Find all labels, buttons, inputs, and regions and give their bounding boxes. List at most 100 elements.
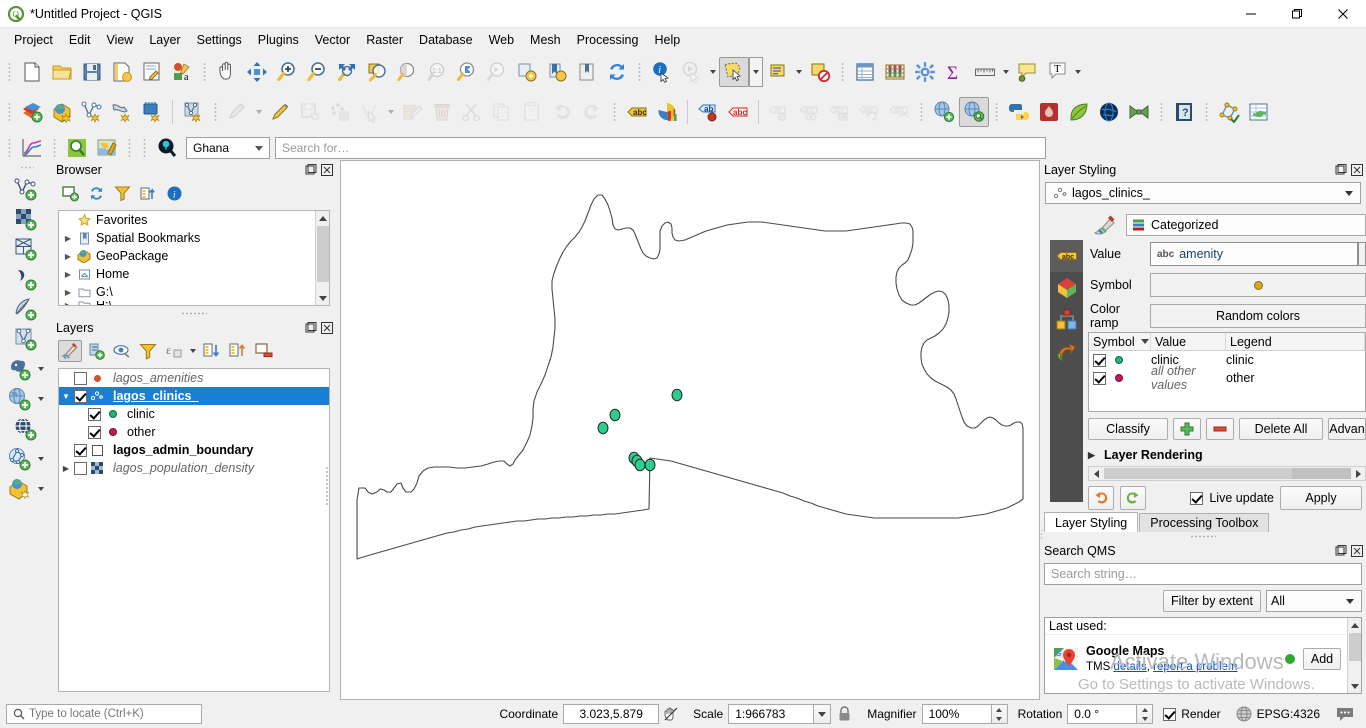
scroll-down-arrow[interactable] xyxy=(316,291,329,305)
categories-table[interactable]: Symbol Value Legend clinic clinic all ot… xyxy=(1088,332,1366,412)
layer-row-lagos-amenities[interactable]: lagos_amenities xyxy=(59,369,329,387)
deselect-dropdown-icon[interactable] xyxy=(763,57,793,87)
identify-features-icon[interactable]: i xyxy=(647,57,677,87)
annotation-dropdown-caret[interactable] xyxy=(1072,57,1084,87)
add-category-button[interactable] xyxy=(1173,418,1201,440)
lock-scale-icon[interactable] xyxy=(831,706,857,722)
filter-browser-icon[interactable] xyxy=(110,182,134,204)
search-qms-close-icon[interactable] xyxy=(1350,544,1364,558)
menu-settings[interactable]: Settings xyxy=(189,30,250,50)
crs-label[interactable]: EPSG:4326 xyxy=(1257,707,1320,721)
toolbar-handle-9[interactable] xyxy=(992,100,1001,124)
menu-raster[interactable]: Raster xyxy=(358,30,411,50)
expand-all-icon[interactable] xyxy=(200,340,224,362)
browser-item-spatial-bookmarks[interactable]: ▶ Spatial Bookmarks xyxy=(59,229,315,247)
diagram-icon[interactable] xyxy=(652,97,682,127)
globe-plugin-icon[interactable] xyxy=(1094,97,1124,127)
hscroll-right-arrow[interactable] xyxy=(1351,467,1365,480)
cut-features-icon[interactable] xyxy=(457,97,487,127)
qms-search-input[interactable]: Search string… xyxy=(1044,563,1362,585)
undo-style-button[interactable] xyxy=(1088,486,1114,510)
render-checkbox[interactable] xyxy=(1163,707,1177,721)
layer-visibility-checkbox[interactable] xyxy=(73,443,87,457)
toggle-extents-icon[interactable] xyxy=(659,706,683,723)
qms-results-scrollbar[interactable] xyxy=(1347,618,1361,693)
add-layer-icon[interactable] xyxy=(17,97,47,127)
redo-style-button[interactable] xyxy=(1120,486,1146,510)
layer-visibility-checkbox[interactable] xyxy=(73,389,87,403)
add-postgis-layer-icon[interactable] xyxy=(5,354,35,384)
menu-web[interactable]: Web xyxy=(481,30,522,50)
manage-map-themes-icon[interactable] xyxy=(110,340,134,362)
save-project-icon[interactable] xyxy=(77,57,107,87)
new-vector-layer-icon[interactable] xyxy=(77,97,107,127)
scroll-thumb[interactable] xyxy=(1349,633,1361,661)
options-icon[interactable] xyxy=(910,57,940,87)
mesh-plugin-icon[interactable] xyxy=(1124,97,1154,127)
browser-undock-icon[interactable] xyxy=(304,163,318,177)
layer-visibility-checkbox[interactable] xyxy=(73,461,87,475)
expression-filter-icon[interactable]: ε xyxy=(162,340,186,362)
browser-item-home[interactable]: ▶ Home xyxy=(59,265,315,283)
pan-to-selection-icon[interactable] xyxy=(242,57,272,87)
rotation-stepper[interactable] xyxy=(1137,704,1154,724)
coordinate-value[interactable]: 3.023,5.879 xyxy=(563,704,660,724)
scroll-up-arrow[interactable] xyxy=(316,211,329,225)
add-group-icon[interactable] xyxy=(84,340,108,362)
save-layer-edits-icon[interactable] xyxy=(295,97,325,127)
toolbar-handle-14[interactable] xyxy=(125,136,134,160)
layer-row-other-class[interactable]: other xyxy=(59,423,329,441)
vertex-tool-caret[interactable] xyxy=(385,97,397,127)
zoom-last-icon[interactable] xyxy=(452,57,482,87)
expression-filter-caret[interactable] xyxy=(188,340,198,362)
open-attribute-table-icon[interactable] xyxy=(850,57,880,87)
current-edits-icon[interactable] xyxy=(223,97,253,127)
georeferencer-icon[interactable] xyxy=(1034,97,1064,127)
feature-action-dropdown-caret[interactable] xyxy=(707,57,719,87)
move-label-diagram-icon[interactable]: abc xyxy=(824,97,854,127)
add-arcgis-layer-icon[interactable] xyxy=(5,444,35,474)
menu-processing[interactable]: Processing xyxy=(569,30,647,50)
statistical-summary-icon[interactable]: Σ xyxy=(940,57,970,87)
labels-tab[interactable]: abc xyxy=(1050,240,1083,272)
layers-panel-grip[interactable] xyxy=(325,465,329,506)
select-features-dropdown-caret[interactable] xyxy=(749,57,763,87)
new-virtual-layer-icon-2[interactable] xyxy=(11,324,41,354)
deselect-all-icon[interactable] xyxy=(805,57,835,87)
browser-scrollbar[interactable] xyxy=(315,211,329,305)
modify-attributes-icon[interactable] xyxy=(397,97,427,127)
renderer-select[interactable]: Categorized xyxy=(1126,214,1366,236)
arcgis-dropdown-caret[interactable] xyxy=(35,444,47,474)
browser-item-favorites[interactable]: Favorites xyxy=(59,211,315,229)
new-spatialite-layer-icon[interactable] xyxy=(11,264,41,294)
menu-layer[interactable]: Layer xyxy=(141,30,188,50)
save-project-as-icon[interactable] xyxy=(107,57,137,87)
layer-row-lagos-admin-boundary[interactable]: lagos_admin_boundary xyxy=(59,441,329,459)
value-field-expression-button[interactable] xyxy=(1358,242,1366,266)
styling-hscrollbar[interactable] xyxy=(1088,466,1366,481)
layers-tree[interactable]: lagos_amenities ▼ lagos_clinics_ clinic … xyxy=(58,368,330,692)
menu-help[interactable]: Help xyxy=(646,30,688,50)
category-enabled-checkbox[interactable] xyxy=(1093,371,1106,385)
rotate-label-icon[interactable]: abc xyxy=(854,97,884,127)
wms-dropdown-caret[interactable] xyxy=(35,384,47,414)
advanced-button[interactable]: Advan xyxy=(1328,418,1366,440)
layer-visibility-checkbox[interactable] xyxy=(73,371,87,385)
value-field-select[interactable]: abc amenity xyxy=(1150,242,1358,266)
postgis-dropdown-caret[interactable] xyxy=(35,354,47,384)
new-geopackage-icon[interactable] xyxy=(107,97,137,127)
menu-edit[interactable]: Edit xyxy=(61,30,99,50)
toolbar-handle-13[interactable] xyxy=(50,136,59,160)
scale-value[interactable]: 1:966783 xyxy=(728,704,815,724)
close-button[interactable] xyxy=(1320,0,1366,28)
scroll-thumb[interactable] xyxy=(317,226,329,282)
new-shapefile-layer-icon[interactable] xyxy=(11,174,41,204)
map-tips-icon[interactable] xyxy=(1012,57,1042,87)
expand-arrow[interactable]: ▶ xyxy=(61,301,75,305)
topology-checker-icon[interactable] xyxy=(1214,97,1244,127)
zoom-to-layer-icon[interactable] xyxy=(392,57,422,87)
toolbar-handle-3[interactable] xyxy=(635,60,644,84)
layer-rendering-section[interactable]: ▶ Layer Rendering xyxy=(1088,446,1366,464)
layer-row-lagos-clinics[interactable]: ▼ lagos_clinics_ xyxy=(59,387,329,405)
scroll-down-arrow[interactable] xyxy=(1348,679,1362,693)
